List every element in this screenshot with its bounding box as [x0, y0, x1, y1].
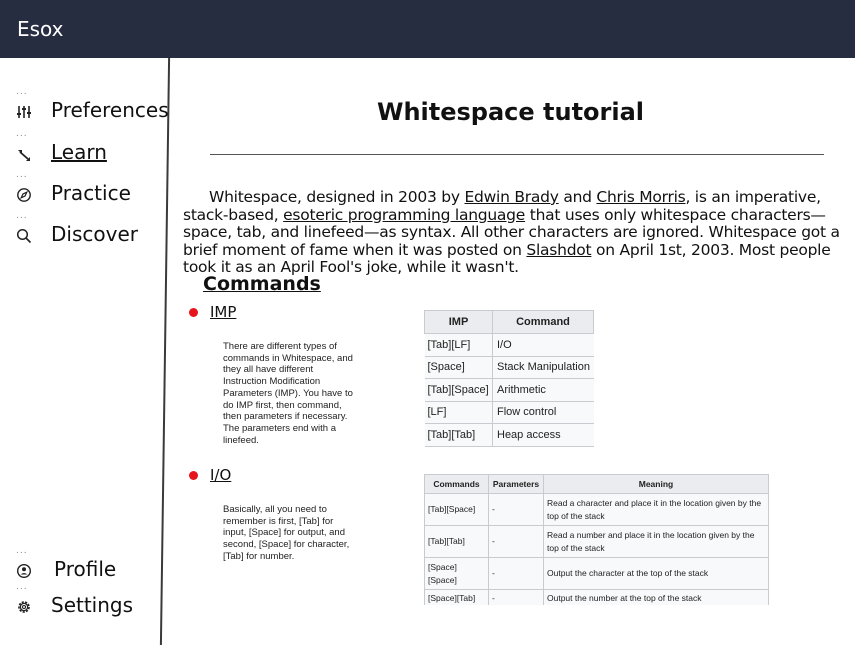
table-row: [Space] [Space] - Output the character a… — [424, 557, 769, 590]
sidebar-item-learn[interactable]: ... Learn — [0, 130, 162, 168]
table-row: [Space][Tab] - Output the number at the … — [424, 589, 769, 605]
column-header: Meaning — [543, 474, 769, 494]
table-cell: [Tab][Space] — [424, 378, 493, 402]
table-cell: Read a character and place it in the loc… — [543, 493, 769, 526]
table-cell: [LF] — [424, 400, 493, 424]
sidebar-item-practice[interactable]: ... Practice — [0, 171, 162, 209]
drag-handle-icon: ... — [16, 546, 28, 556]
io-heading[interactable]: I/O — [210, 466, 231, 484]
page-title: Whitespace tutorial — [376, 98, 645, 126]
table-cell: - — [488, 589, 544, 605]
column-header: Parameters — [488, 474, 544, 494]
sidebar-item-label: Learn — [51, 140, 107, 164]
table-cell: Arithmetic — [492, 378, 594, 402]
sidebar-item-preferences[interactable]: ... Preferences — [0, 88, 169, 126]
profile-icon — [16, 563, 32, 579]
gear-icon — [18, 601, 30, 613]
table-cell: Output the character at the top of the s… — [543, 557, 769, 590]
table-cell: [Tab][Tab] — [424, 423, 493, 447]
table-cell: Read a number and place it in the locati… — [543, 525, 769, 558]
io-table-container: Commands Parameters Meaning [Tab][Space]… — [424, 474, 770, 605]
io-table: Commands Parameters Meaning [Tab][Space]… — [424, 474, 769, 605]
drag-handle-icon: ... — [16, 129, 28, 139]
sliders-icon — [17, 106, 31, 118]
drag-handle-icon: ... — [16, 582, 28, 592]
table-cell: Stack Manipulation — [492, 355, 594, 379]
table-row: [Tab][Tab] Heap access — [424, 423, 594, 447]
sidebar-item-label: Discover — [51, 222, 138, 246]
bullet-dot — [189, 471, 198, 480]
link-esoteric-language[interactable]: esoteric programming language — [283, 206, 525, 224]
table-cell: - — [488, 525, 544, 558]
drag-handle-icon: ... — [16, 211, 28, 221]
table-cell: [Tab][LF] — [424, 333, 493, 357]
io-description: Basically, all you need to remember is f… — [223, 504, 350, 562]
column-header: Command — [492, 310, 594, 334]
column-header: IMP — [424, 310, 493, 334]
link-edwin-brady[interactable]: Edwin Brady — [465, 188, 559, 206]
table-cell: Output the number at the top of the stac… — [543, 589, 769, 605]
table-cell: - — [488, 557, 544, 590]
search-icon — [16, 228, 32, 244]
section-heading-commands[interactable]: Commands — [203, 273, 321, 295]
sidebar-item-label: Profile — [54, 557, 117, 581]
table-cell: [Space][Tab] — [424, 589, 489, 605]
table-cell: - — [488, 493, 544, 526]
sidebar-item-settings[interactable]: ... Settings — [0, 583, 162, 621]
intro-paragraph: Whitespace, designed in 2003 by Edwin Br… — [183, 188, 853, 277]
imp-heading[interactable]: IMP — [210, 303, 236, 321]
table-cell: [Space] [Space] — [424, 557, 489, 590]
intro-text: Whitespace, designed in 2003 by — [209, 188, 465, 206]
table-header-row: Commands Parameters Meaning — [424, 474, 769, 494]
imp-description: There are different types of commands in… — [223, 341, 353, 446]
table-cell: [Tab][Tab] — [424, 525, 489, 558]
compass-icon — [17, 188, 31, 202]
imp-table: IMP Command [Tab][LF] I/O [Space] Stack … — [424, 310, 594, 447]
table-header-row: IMP Command — [424, 310, 594, 334]
title-divider — [210, 154, 824, 155]
link-chris-morris[interactable]: Chris Morris — [596, 188, 685, 206]
sidebar-item-label: Practice — [51, 181, 131, 205]
table-cell: Heap access — [492, 423, 594, 447]
drag-handle-icon: ... — [16, 170, 28, 180]
table-cell: Flow control — [492, 400, 594, 424]
drag-handle-icon: ... — [16, 87, 28, 97]
table-row: [LF] Flow control — [424, 400, 594, 424]
link-slashdot[interactable]: Slashdot — [526, 241, 591, 259]
sidebar-item-discover[interactable]: ... Discover — [0, 212, 162, 250]
top-bar: Esox — [0, 0, 855, 58]
learn-icon — [18, 150, 30, 161]
table-cell: I/O — [492, 333, 594, 357]
table-row: [Tab][LF] I/O — [424, 333, 594, 357]
column-header: Commands — [424, 474, 489, 494]
table-row: [Space] Stack Manipulation — [424, 355, 594, 379]
bullet-dot — [189, 308, 198, 317]
table-row: [Tab][Space] Arithmetic — [424, 378, 594, 402]
sidebar-item-label: Preferences — [51, 98, 169, 122]
sidebar-item-label: Settings — [51, 593, 134, 617]
table-cell: [Tab][Space] — [424, 493, 489, 526]
app-title: Esox — [17, 17, 64, 41]
table-row: [Tab][Tab] - Read a number and place it … — [424, 525, 769, 558]
table-row: [Tab][Space] - Read a character and plac… — [424, 493, 769, 526]
intro-text: and — [558, 188, 597, 206]
sidebar-item-profile[interactable]: ... Profile — [0, 547, 162, 585]
table-cell: [Space] — [424, 355, 493, 379]
